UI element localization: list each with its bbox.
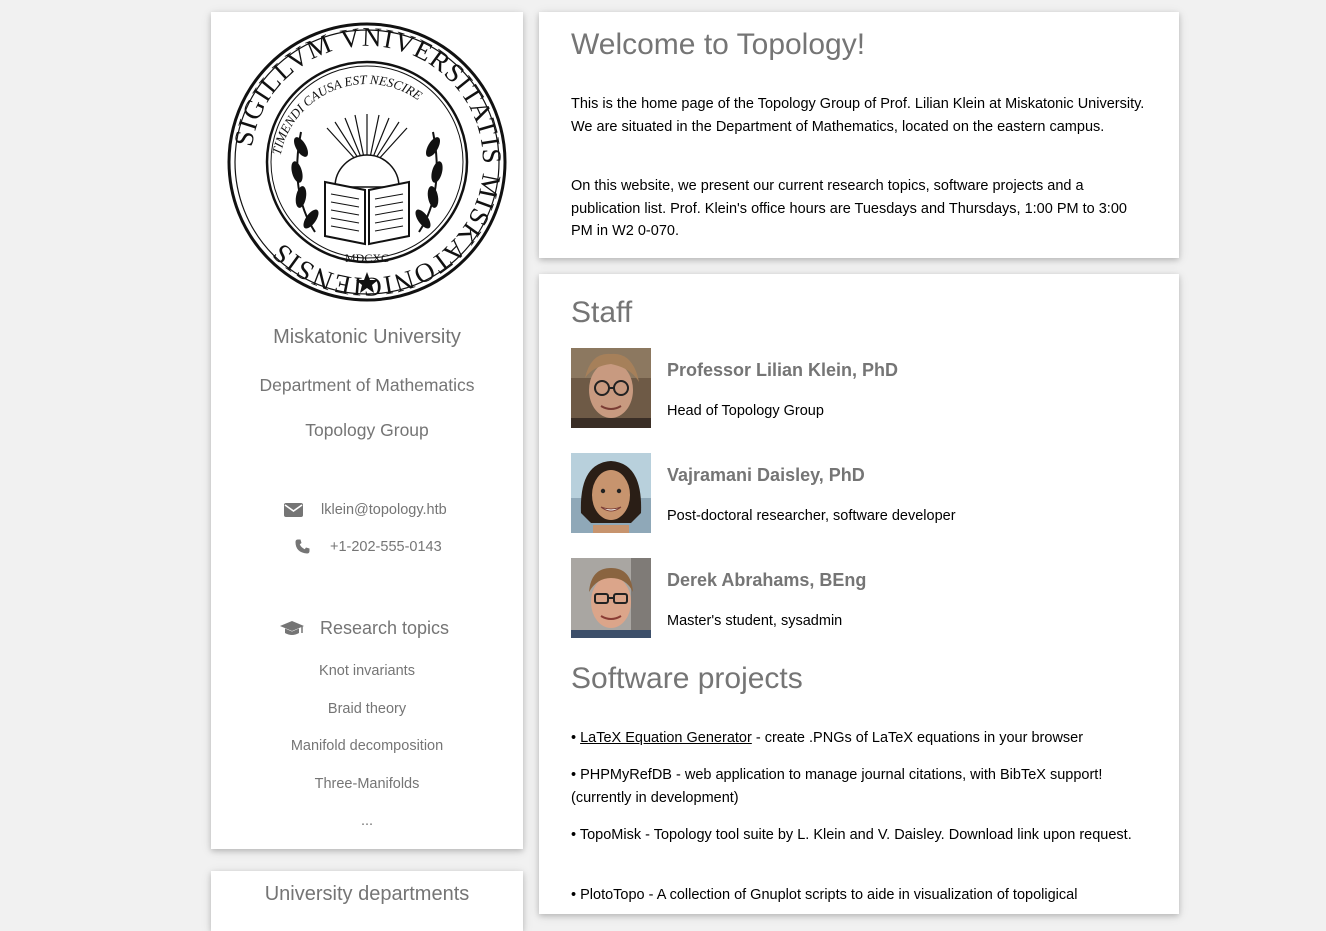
staff-name: Vajramani Daisley, PhD — [667, 465, 865, 485]
department-name: Department of Mathematics — [259, 375, 475, 395]
latex-generator-link[interactable]: LaTeX Equation Generator — [580, 730, 752, 746]
svg-text:MDCXC: MDCXC — [345, 251, 389, 265]
departments-heading: University departments — [264, 883, 470, 905]
staff-name: Professor Lilian Klein, PhD — [667, 360, 899, 380]
software-item: • TopoMisk - Topology tool suite by L. K… — [571, 827, 1132, 843]
email-row: lklein@topology.htb — [211, 502, 523, 522]
topic-manifold-decomposition[interactable]: Manifold decomposition — [211, 738, 523, 754]
university-name: Miskatonic University — [273, 326, 461, 348]
phone-icon — [295, 539, 310, 558]
phone-row: +1-202-555-0143 — [211, 539, 523, 559]
envelope-icon — [284, 502, 303, 522]
topic-knot-invariants[interactable]: Knot invariants — [211, 663, 523, 679]
software-item: • PHPMyRefDB - web application to manage… — [571, 767, 1103, 806]
university-seal-logo: SIGILLVM VNIVERSITATIS MISKATONICIENSIS … — [227, 22, 507, 302]
staff-role: Head of Topology Group — [667, 403, 824, 419]
software-title: Software projects — [571, 662, 803, 695]
welcome-title: Welcome to Topology! — [571, 28, 866, 61]
topic-three-manifolds[interactable]: Three-Manifolds — [211, 776, 523, 792]
staff-role: Post-doctoral researcher, software devel… — [667, 508, 956, 524]
phone-number: +1-202-555-0143 — [330, 539, 442, 555]
sidebar-card: SIGILLVM VNIVERSITATIS MISKATONICIENSIS … — [211, 12, 523, 849]
welcome-card: Welcome to Topology! This is the home pa… — [539, 12, 1179, 258]
topic-braid-theory[interactable]: Braid theory — [211, 701, 523, 717]
departments-card: University departments — [211, 871, 523, 931]
staff-name: Derek Abrahams, BEng — [667, 570, 867, 590]
staff-photo-klein — [571, 348, 651, 428]
topic-more[interactable]: ... — [211, 813, 523, 829]
graduation-cap-icon — [280, 621, 304, 643]
software-item: • LaTeX Equation Generator - create .PNG… — [571, 730, 1084, 746]
staff-role: Master's student, sysadmin — [667, 613, 843, 629]
group-name: Topology Group — [305, 420, 429, 440]
software-item: • PlotoTopo - A collection of Gnuplot sc… — [571, 887, 1078, 903]
staff-title: Staff — [571, 296, 633, 329]
welcome-paragraph-2: On this website, we present our current … — [571, 178, 1127, 239]
main-card: Staff Professor Lilian Klein, PhD Head o… — [539, 274, 1179, 914]
staff-photo-abrahams — [571, 558, 651, 638]
welcome-paragraph-1: This is the home page of the Topology Gr… — [571, 96, 1145, 135]
staff-photo-daisley — [571, 453, 651, 533]
email-link[interactable]: lklein@topology.htb — [321, 502, 447, 518]
